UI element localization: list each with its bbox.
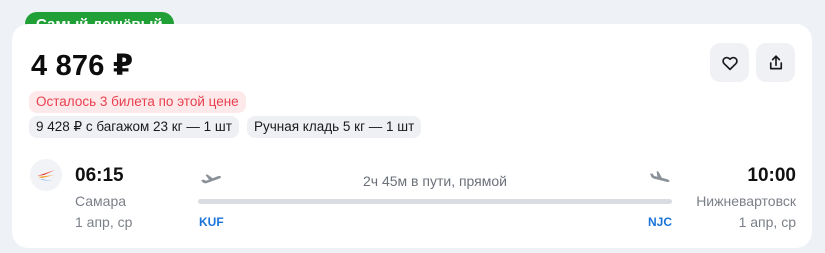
- favorite-button[interactable]: [710, 43, 749, 82]
- hand-luggage-info: Ручная кладь 5 кг — 1 шт: [247, 116, 422, 138]
- arrival-city: Нижневартовск: [696, 193, 796, 209]
- flight-duration: 2ч 45м в пути, прямой: [363, 173, 507, 189]
- baggage-option[interactable]: 9 428 ₽ с багажом 23 кг — 1 шт: [29, 116, 239, 138]
- share-button[interactable]: [756, 43, 795, 82]
- landing-plane-icon: [650, 171, 670, 182]
- arrival-date: 1 апр, ср: [738, 214, 796, 230]
- departure-time: 06:15: [75, 165, 124, 186]
- heart-icon: [721, 56, 738, 70]
- seats-left-warning: Осталось 3 билета по этой цене: [29, 91, 246, 113]
- route-line: [198, 199, 672, 204]
- airline-logo-icon: [37, 170, 55, 181]
- arrival-airport-code: NJC: [648, 215, 673, 229]
- departure-airport-code: KUF: [199, 215, 224, 229]
- share-icon: [769, 54, 782, 69]
- departure-city: Самара: [75, 193, 127, 209]
- ticket-price: 4 876 ₽: [31, 50, 134, 82]
- takeoff-plane-icon: [201, 174, 222, 184]
- arrival-time: 10:00: [747, 165, 796, 186]
- airline-logo: [30, 159, 62, 191]
- departure-date: 1 апр, ср: [75, 214, 133, 230]
